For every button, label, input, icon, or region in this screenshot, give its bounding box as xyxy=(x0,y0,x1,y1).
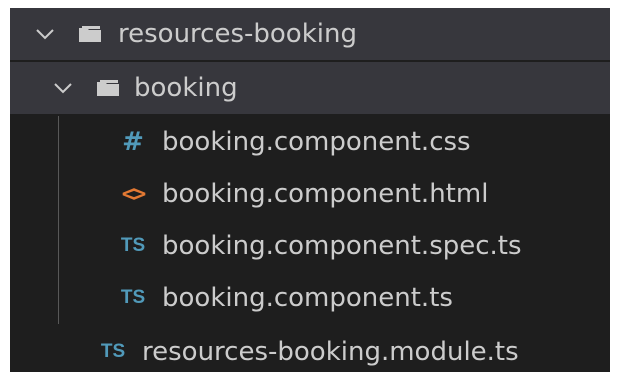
tree-item-file[interactable]: TS booking.component.spec.ts xyxy=(10,220,610,272)
tree-item-booking-folder[interactable]: booking xyxy=(10,62,610,114)
tree-item-file[interactable]: # booking.component.css xyxy=(10,116,610,168)
tree-item-label: booking.component.spec.ts xyxy=(162,231,522,261)
tree-item-file[interactable]: <> booking.component.html xyxy=(10,168,610,220)
tree-item-label: booking.component.html xyxy=(162,179,489,209)
ts-file-icon: TS xyxy=(100,341,126,362)
tree-item-file[interactable]: TS resources-booking.module.ts xyxy=(10,326,610,372)
chevron-down-icon[interactable] xyxy=(50,75,76,101)
tree-item-resources-booking-folder[interactable]: resources-booking xyxy=(10,8,610,60)
ts-file-icon: TS xyxy=(120,235,146,256)
folder-open-icon xyxy=(94,77,122,99)
chevron-down-icon[interactable] xyxy=(32,21,58,47)
tree-item-label: resources-booking.module.ts xyxy=(142,337,519,367)
tree-item-label: booking.component.ts xyxy=(162,283,453,313)
tree-item-label: resources-booking xyxy=(118,19,357,49)
file-explorer-tree: resources-booking booking # booking.comp… xyxy=(10,8,610,372)
tree-item-file[interactable]: TS booking.component.ts xyxy=(10,272,610,324)
tree-item-label: booking.component.css xyxy=(162,127,471,157)
css-file-icon: # xyxy=(122,127,144,157)
tree-item-label: booking xyxy=(134,73,238,103)
html-file-icon: <> xyxy=(121,181,147,207)
ts-file-icon: TS xyxy=(120,287,146,308)
folder-open-icon xyxy=(76,23,104,45)
